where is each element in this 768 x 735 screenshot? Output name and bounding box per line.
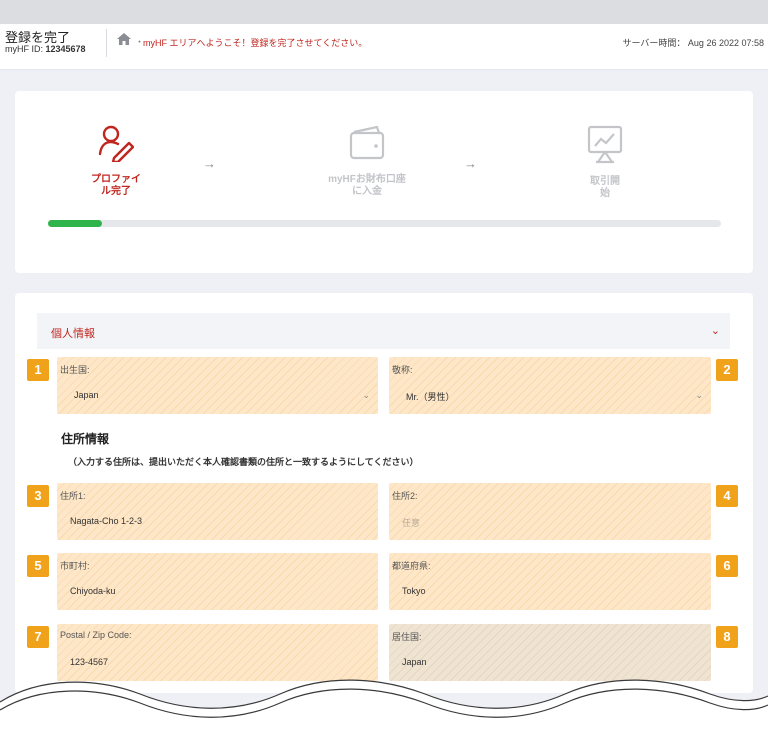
address2-field[interactable]: 住所2: 任意 [389, 483, 711, 540]
residence-country-value: Japan [402, 657, 427, 667]
step-profile: プロファイ ル完了 [78, 124, 154, 198]
city-label: 市町村: [60, 561, 90, 571]
address1-value: Nagata-Cho 1-2-3 [70, 516, 143, 526]
annotation-badge-7: 7 [27, 626, 49, 648]
home-icon[interactable] [117, 33, 131, 45]
annotation-badge-5: 5 [27, 555, 49, 577]
chart-monitor-icon [587, 125, 623, 164]
header-divider [106, 29, 107, 57]
annotation-badge-8: 8 [716, 626, 738, 648]
city-field[interactable]: 市町村: Chiyoda-ku [57, 553, 378, 610]
step-arrow-2: → [464, 156, 477, 171]
birth-country-value: Japan [74, 390, 99, 400]
section-personal-info-header[interactable]: 個人情報 ⌄ [37, 313, 730, 349]
prefecture-label: 都道府県: [392, 561, 431, 571]
salutation-select[interactable]: 敬称: Mr.（男性） ⌄ [389, 357, 711, 414]
user-edit-icon [98, 125, 134, 162]
myhf-id-value: 12345678 [45, 44, 86, 54]
welcome-message: myHF エリアへようこそ！登録を完了させてください。 [143, 38, 368, 48]
wallet-icon [349, 125, 385, 160]
address2-placeholder: 任意 [402, 518, 421, 528]
registration-progress-bar [48, 220, 721, 227]
postal-code-label: Postal / Zip Code: [60, 630, 132, 640]
myhf-id: myHF ID: 12345678 [5, 44, 86, 54]
annotation-badge-4: 4 [716, 485, 738, 507]
myhf-id-label: myHF ID: [5, 44, 43, 54]
address-section-title: 住所情報 [61, 432, 110, 446]
salutation-label: 敬称: [392, 365, 413, 375]
step-deposit: myHFお財布口座 に入金 [308, 124, 426, 198]
address1-field[interactable]: 住所1: Nagata-Cho 1-2-3 [57, 483, 378, 540]
step-arrow-1: → [203, 156, 216, 171]
address2-label: 住所2: [392, 491, 418, 501]
step-deposit-label: myHFお財布口座 に入金 [328, 174, 406, 197]
torn-edge-overlay [0, 679, 768, 735]
prefecture-field[interactable]: 都道府県: Tokyo [389, 553, 711, 610]
section-title: 個人情報 [51, 328, 95, 340]
residence-country-label: 居住国: [392, 632, 422, 642]
address1-label: 住所1: [60, 491, 86, 501]
annotation-badge-1: 1 [27, 359, 49, 381]
prefecture-value: Tokyo [402, 586, 426, 596]
server-time: サーバー時間： Aug 26 2022 07:58 [622, 38, 764, 48]
progress-fill [48, 220, 102, 227]
salutation-value: Mr.（男性） [406, 392, 455, 402]
step-trading-label: 取引開 始 [590, 176, 620, 199]
step-trading: 取引開 始 [570, 124, 640, 200]
birth-country-select[interactable]: 出生国: Japan ⌄ [57, 357, 378, 414]
browser-top-strip [0, 0, 768, 24]
birth-country-label: 出生国: [60, 365, 90, 375]
annotation-badge-2: 2 [716, 359, 738, 381]
step-profile-label: プロファイ ル完了 [91, 174, 141, 197]
city-value: Chiyoda-ku [70, 586, 116, 596]
annotation-badge-6: 6 [716, 555, 738, 577]
chevron-down-icon: ⌄ [695, 390, 703, 400]
postal-code-value: 123-4567 [70, 657, 109, 667]
annotation-badge-3: 3 [27, 485, 49, 507]
chevron-down-icon: ⌄ [362, 390, 370, 400]
address-section-note: （入力する住所は、提出いただく本人確認書類の住所と一致するようにしてください） [68, 457, 419, 467]
page-header: 登録を完了 myHF ID: 12345678 ・ myHF エリアへようこそ！… [0, 24, 768, 70]
chevron-down-icon[interactable]: ⌄ [711, 324, 720, 337]
